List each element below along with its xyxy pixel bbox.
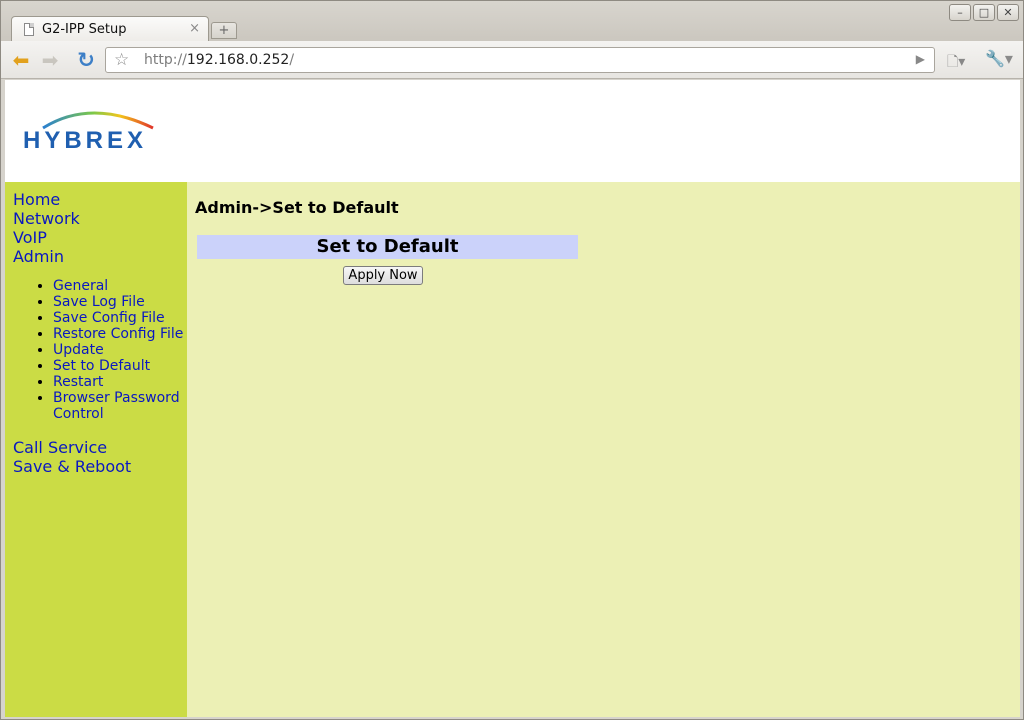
sidebar-bottom-links: Call Service Save & Reboot [13,438,131,476]
sidebar-item-call-service[interactable]: Call Service [13,438,131,457]
page-icon [24,23,34,36]
url-text: http://192.168.0.252/ [144,52,294,68]
submenu-link-restore-config-file[interactable]: Restore Config File [53,326,183,342]
sidebar-top-links: Home Network VoIP Admin [13,190,80,266]
page-header: HYBREX [5,80,1020,182]
browser-tab[interactable]: G2-IPP Setup × [11,16,209,42]
reload-button[interactable]: ↻ [75,49,97,71]
page-content: HYBREX Home Network VoIP Admin General S… [5,80,1020,717]
browser-toolbar: ⬅ ➡ ↻ ☆ http://192.168.0.252/ ▶ 🗋▾ 🔧▾ [1,41,1023,79]
minimize-button[interactable]: – [949,4,971,21]
sidebar-item-home[interactable]: Home [13,190,80,209]
url-host: 192.168.0.252 [186,52,290,68]
submenu-link-browser-password-control[interactable]: Browser Password Control [53,390,180,422]
minimize-icon: – [957,6,963,19]
admin-submenu: General Save Log File Save Config File R… [13,278,193,422]
section-title: Set to Default [197,235,578,259]
back-arrow-icon: ⬅ [12,48,30,72]
submenu-link-save-config-file[interactable]: Save Config File [53,310,165,326]
close-icon: ✕ [1003,6,1013,19]
wrench-menu-icon[interactable]: 🔧▾ [985,49,1013,68]
tab-strip: G2-IPP Setup × + – □ ✕ [1,1,1023,42]
url-path: / [289,52,295,68]
submenu-link-restart[interactable]: Restart [53,374,103,390]
close-window-button[interactable]: ✕ [997,4,1019,21]
forward-arrow-icon: ➡ [41,48,59,72]
sidebar-item-network[interactable]: Network [13,209,80,228]
main-panel: Admin->Set to Default Set to Default App… [187,182,1020,717]
sidebar: Home Network VoIP Admin General Save Log… [5,182,187,717]
submenu-item: Save Log File [53,294,193,310]
submenu-link-set-to-default[interactable]: Set to Default [53,358,150,374]
forward-button[interactable]: ➡ [39,49,61,71]
address-bar[interactable]: ☆ http://192.168.0.252/ ▶ [105,47,935,73]
reload-icon: ↻ [77,48,95,72]
sidebar-item-voip[interactable]: VoIP [13,228,80,247]
maximize-button[interactable]: □ [973,4,995,21]
bookmark-star-icon[interactable]: ☆ [114,50,129,70]
submenu-item: Save Config File [53,310,193,326]
apply-now-button[interactable]: Apply Now [343,266,423,285]
plus-icon: + [218,23,230,38]
submenu-item: Browser Password Control [53,390,193,422]
submenu-link-general[interactable]: General [53,278,108,294]
logo-text: HYBREX [23,127,147,154]
tab-close-icon[interactable]: × [189,21,200,36]
back-button[interactable]: ⬅ [10,49,32,71]
maximize-icon: □ [978,6,990,19]
new-tab-button[interactable]: + [211,22,237,39]
submenu-item: Restore Config File [53,326,193,342]
go-icon[interactable]: ▶ [916,52,925,66]
submenu-item: Restart [53,374,193,390]
browser-window: G2-IPP Setup × + – □ ✕ ⬅ ➡ ↻ ☆ http://19… [0,0,1024,720]
sidebar-item-admin[interactable]: Admin [13,247,80,266]
submenu-link-update[interactable]: Update [53,342,104,358]
submenu-link-save-log-file[interactable]: Save Log File [53,294,145,310]
sidebar-item-save-reboot[interactable]: Save & Reboot [13,457,131,476]
url-scheme: http:// [144,52,187,68]
tab-title: G2-IPP Setup [42,22,127,37]
submenu-item: Set to Default [53,358,193,374]
window-controls: – □ ✕ [949,4,1019,22]
page-menu-icon[interactable]: 🗋▾ [947,51,965,75]
breadcrumb: Admin->Set to Default [195,198,399,217]
submenu-item: Update [53,342,193,358]
submenu-item: General [53,278,193,294]
hybrex-logo: HYBREX [23,111,154,154]
